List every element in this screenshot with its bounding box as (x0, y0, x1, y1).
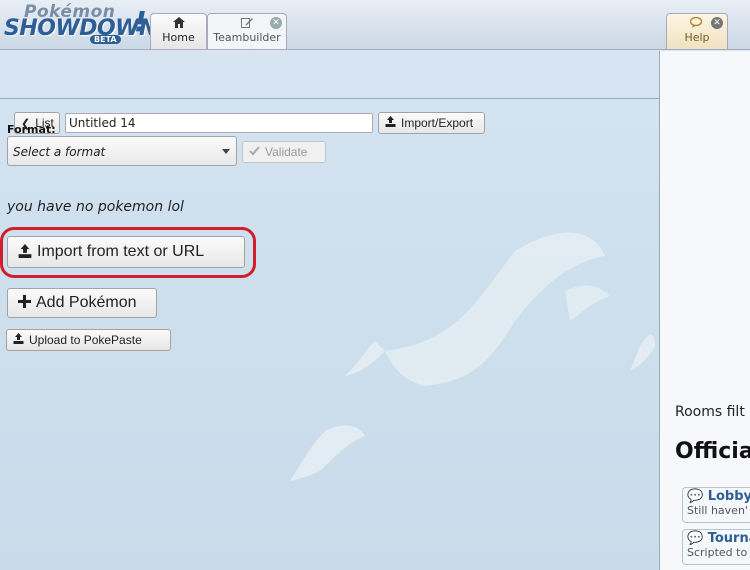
toolbar-divider (0, 98, 659, 99)
logo-exclamation: ! (134, 5, 147, 38)
plus-icon (18, 295, 31, 311)
validate-label: Validate (265, 145, 308, 159)
room-description: Scripted to (687, 546, 748, 559)
room-description: Still haven' (687, 504, 748, 517)
room-button[interactable]: 💬 Lobby Still haven' (682, 487, 750, 523)
format-select[interactable]: Select a format (7, 136, 237, 166)
top-header: Pokémon SHOWDOWN BETA ! Home ✕ Teambuild… (0, 0, 750, 50)
official-rooms-heading: Officia (675, 439, 750, 464)
upload-icon (18, 243, 32, 261)
upload-pokepaste-button[interactable]: Upload to PokePaste (6, 329, 171, 351)
chevron-down-icon (222, 149, 230, 154)
room-button[interactable]: 💬 Tourna Scripted to (682, 529, 750, 565)
check-icon (249, 145, 260, 159)
chat-icon: 💬 (687, 531, 704, 546)
format-label: Format: (7, 123, 56, 136)
import-export-button[interactable]: Import/Export (378, 112, 485, 134)
close-icon[interactable]: ✕ (711, 17, 723, 29)
rooms-panel: Rooms filt Officia 💬 Lobby Still haven' … (660, 51, 750, 570)
home-icon (151, 17, 206, 31)
tab-teambuilder-label: Teambuilder (213, 31, 281, 44)
logo-beta-badge: BETA (90, 35, 121, 44)
tab-help-label: Help (684, 31, 710, 44)
tab-teambuilder[interactable]: ✕ Teambuilder (207, 13, 287, 49)
room-name: Lobby (707, 489, 750, 504)
validate-button[interactable]: Validate (242, 141, 326, 163)
close-icon[interactable]: ✕ (270, 17, 282, 29)
rooms-filter-label: Rooms filt (675, 404, 745, 420)
upload-icon (385, 116, 396, 130)
upload-icon (13, 333, 24, 347)
team-name-input[interactable] (65, 113, 373, 133)
import-export-label: Import/Export (401, 116, 474, 130)
empty-team-message: you have no pokemon lol (7, 199, 184, 215)
tab-help[interactable]: ✕ Help (666, 13, 728, 49)
pokemon-showdown-logo[interactable]: Pokémon SHOWDOWN BETA ! (2, 2, 157, 48)
chat-icon: 💬 (687, 489, 704, 504)
tab-home[interactable]: Home (150, 13, 207, 49)
wingull-background-art (290, 232, 655, 481)
import-from-text-label: Import from text or URL (37, 243, 205, 260)
format-select-value: Select a format (13, 145, 106, 159)
room-name: Tourna (707, 531, 750, 546)
add-pokemon-button[interactable]: Add Pokémon (7, 288, 157, 318)
import-from-text-button[interactable]: Import from text or URL (7, 236, 245, 268)
upload-pokepaste-label: Upload to PokePaste (29, 333, 142, 347)
add-pokemon-label: Add Pokémon (36, 294, 137, 311)
tab-home-label: Home (162, 31, 195, 44)
